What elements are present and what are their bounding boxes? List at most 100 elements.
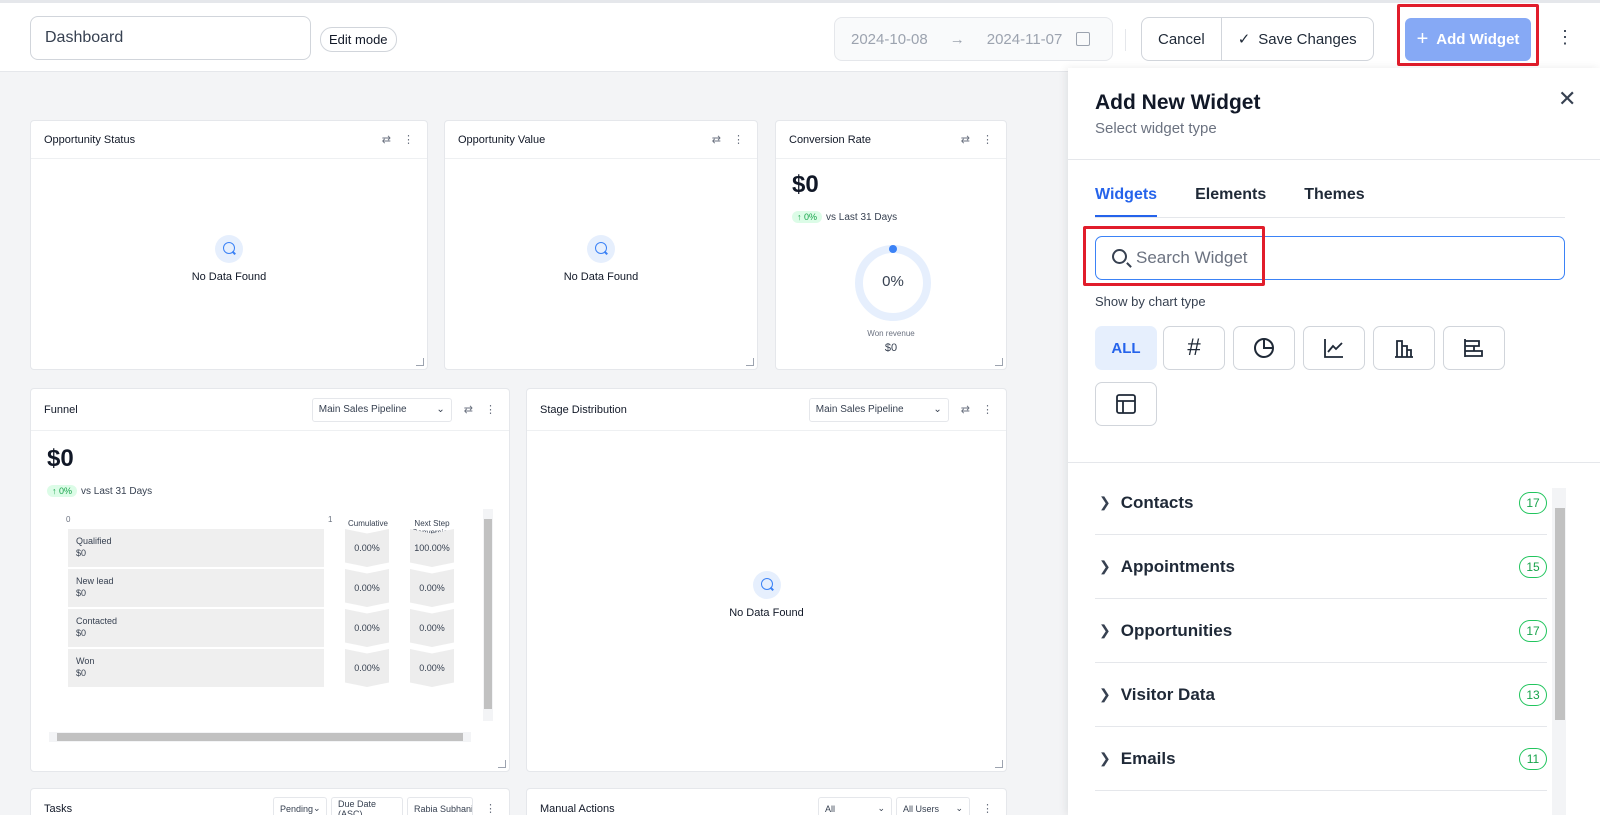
panel-scrollbar-thumb[interactable] (1555, 508, 1565, 720)
pipeline-value: Main Sales Pipeline (318, 404, 407, 415)
stage-name: Qualified (76, 536, 112, 546)
category-label: Appointments (1120, 556, 1236, 576)
chart-type-table-button[interactable] (1095, 382, 1157, 426)
chart-type-number-button[interactable]: # (1163, 326, 1225, 370)
users-select[interactable]: All Users ⌄ (896, 796, 970, 815)
tab-themes[interactable]: Themes (1304, 186, 1364, 217)
swap-icon[interactable]: ⇄ (464, 403, 473, 416)
sort-select[interactable]: Due Date (ASC) (331, 796, 403, 815)
search-highlight (1083, 226, 1265, 286)
divider (1068, 462, 1600, 463)
more-icon[interactable]: ⋮ (485, 802, 496, 815)
delta-badge: ↑ 0% (792, 211, 823, 223)
user-value: Rabia Subhani (414, 803, 473, 814)
cumulative-cell: 0.00% (345, 649, 389, 687)
delta-row: ↑ 0% vs Last 31 Days (47, 481, 152, 499)
swap-icon[interactable]: ⇄ (961, 133, 970, 146)
more-icon[interactable]: ⋮ (982, 802, 993, 815)
cumulative-header: Cumulative (347, 519, 388, 528)
tasks-widget: Tasks Pending ⌄ Due Date (ASC) Rabia Subh… (30, 788, 510, 815)
vs-label: vs Last 31 Days (81, 486, 153, 497)
tab-widgets[interactable]: Widgets (1095, 186, 1158, 217)
won-revenue-value: $0 (884, 342, 898, 354)
category-contacts[interactable]: ❯ Contacts 17 (1095, 471, 1547, 535)
resize-handle[interactable] (416, 358, 424, 366)
widget-title: Stage Distribution (540, 403, 627, 416)
category-count-badge: 13 (1519, 683, 1547, 706)
tab-elements[interactable]: Elements (1195, 186, 1266, 217)
chevron-right-icon: ❯ (1099, 750, 1111, 766)
funnel-value: $0 (47, 445, 74, 472)
horizontal-bar-chart-icon (1464, 339, 1483, 357)
resize-handle[interactable] (746, 358, 754, 366)
more-menu-icon[interactable]: ⋮ (1556, 28, 1574, 46)
dashboard-name-input[interactable]: Dashboard (30, 16, 311, 60)
chart-type-pie-button[interactable] (1233, 326, 1295, 370)
more-icon[interactable]: ⋮ (485, 403, 496, 416)
category-visitor-data[interactable]: ❯ Visitor Data 13 (1095, 663, 1547, 727)
divider (1068, 159, 1600, 160)
status-select[interactable]: Pending ⌄ (273, 796, 327, 815)
cancel-button[interactable]: Cancel (1142, 18, 1221, 60)
funnel-stage-bar: Contacted $0 (68, 609, 324, 647)
more-icon[interactable]: ⋮ (982, 403, 993, 416)
divider (1125, 29, 1126, 51)
gauge-value: 0% (882, 273, 904, 290)
line-chart-icon (1324, 339, 1343, 358)
resize-handle[interactable] (995, 358, 1003, 366)
pipeline-select[interactable]: Main Sales Pipeline ⌄ (311, 397, 452, 422)
close-icon[interactable]: ✕ (1558, 86, 1576, 112)
chevron-down-icon: ⌄ (955, 803, 963, 813)
more-icon[interactable]: ⋮ (733, 133, 744, 146)
add-widget-button[interactable]: + Add Widget (1405, 18, 1531, 61)
empty-state: No Data Found (31, 235, 427, 283)
widget-title: Opportunity Status (44, 133, 136, 146)
edit-actions: Cancel ✓ Save Changes (1141, 17, 1374, 61)
won-revenue-label: Won revenue (867, 329, 915, 338)
category-appointments[interactable]: ❯ Appointments 15 (1095, 535, 1547, 599)
more-icon[interactable]: ⋮ (403, 133, 414, 146)
chevron-down-icon: ⌄ (933, 404, 942, 415)
arrow-right-icon: → (949, 30, 965, 48)
chart-type-horizontal-bar-button[interactable] (1443, 326, 1505, 370)
empty-text: No Data Found (191, 271, 267, 283)
horizontal-scrollbar[interactable] (49, 732, 471, 742)
next-step-cell: 0.00% (410, 649, 454, 687)
pipeline-select[interactable]: Main Sales Pipeline ⌄ (808, 397, 949, 422)
date-from: 2024-10-08 (851, 30, 928, 48)
opportunity-status-widget: Opportunity Status ⇄ ⋮ No Data Found (30, 120, 428, 370)
swap-icon[interactable]: ⇄ (961, 403, 970, 416)
delta-badge: ↑ 0% (47, 485, 78, 497)
date-range-picker[interactable]: 2024-10-08 → 2024-11-07 (834, 17, 1113, 61)
chart-type-line-button[interactable] (1303, 326, 1365, 370)
axis-min: 0 (66, 515, 71, 524)
category-count-badge: 17 (1519, 491, 1547, 514)
conversion-value: $0 (792, 171, 819, 198)
category-emails[interactable]: ❯ Emails 11 (1095, 727, 1547, 791)
resize-handle[interactable] (995, 760, 1003, 768)
stage-distribution-widget: Stage Distribution Main Sales Pipeline ⌄ … (526, 388, 1007, 772)
save-changes-button[interactable]: ✓ Save Changes (1220, 18, 1373, 60)
more-icon[interactable]: ⋮ (982, 133, 993, 146)
chart-type-bar-button[interactable] (1373, 326, 1435, 370)
save-label: Save Changes (1258, 30, 1357, 48)
action-filter-select[interactable]: All ⌄ (818, 796, 892, 815)
chevron-right-icon: ❯ (1099, 622, 1111, 638)
resize-handle[interactable] (498, 760, 506, 768)
swap-icon[interactable]: ⇄ (712, 133, 721, 146)
stage-value: $0 (76, 588, 87, 598)
vs-label: vs Last 31 Days (826, 212, 898, 223)
category-opportunities[interactable]: ❯ Opportunities 17 (1095, 599, 1547, 663)
stage-value: $0 (76, 668, 87, 678)
add-widget-panel: Add New Widget Select widget type ✕ Widg… (1068, 68, 1600, 815)
chart-type-all-button[interactable]: ALL (1095, 326, 1157, 370)
all-label: ALL (1111, 339, 1141, 357)
funnel-stage-bar: New lead $0 (68, 569, 324, 607)
sort-value: Due Date (ASC) (338, 798, 377, 815)
opportunity-value-widget: Opportunity Value ⇄ ⋮ No Data Found (444, 120, 758, 370)
stage-name: Contacted (76, 616, 118, 626)
vertical-scrollbar[interactable] (483, 509, 493, 721)
category-label: Emails (1120, 748, 1176, 768)
user-select[interactable]: Rabia Subhani (407, 796, 473, 815)
swap-icon[interactable]: ⇄ (382, 133, 391, 146)
